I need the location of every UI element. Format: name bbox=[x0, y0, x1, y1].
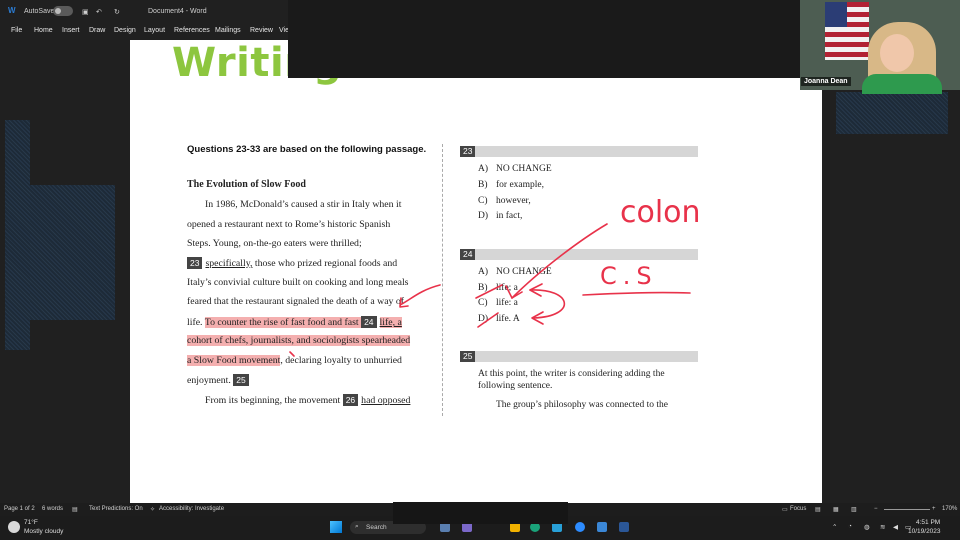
text-predictions[interactable]: Text Predictions: On bbox=[89, 506, 143, 512]
ink-strike-stroke bbox=[475, 284, 503, 299]
presenter-face bbox=[880, 34, 914, 72]
ink-stroke bbox=[399, 284, 441, 306]
accessibility-status[interactable]: Accessibility: Investigate bbox=[159, 506, 224, 512]
focus-mode[interactable]: Focus bbox=[790, 506, 806, 512]
proofing-icon[interactable]: ▤ bbox=[72, 506, 78, 513]
ink-arrow-stroke bbox=[511, 223, 608, 299]
flag-image bbox=[825, 2, 869, 60]
weather-desc[interactable]: Mostly cloudy bbox=[24, 528, 63, 535]
app-icon[interactable] bbox=[597, 522, 607, 532]
tray-icon[interactable]: ◔ bbox=[848, 523, 852, 530]
ink-underline-stroke bbox=[582, 291, 691, 296]
web-layout-icon[interactable]: ▥ bbox=[851, 506, 857, 513]
print-layout-icon[interactable]: ▦ bbox=[833, 506, 839, 513]
zoom-in-icon[interactable]: + bbox=[932, 506, 936, 512]
tray-icon[interactable]: ◍ bbox=[864, 523, 870, 531]
zoom-slider[interactable] bbox=[884, 509, 930, 510]
word-count[interactable]: 6 words bbox=[42, 506, 63, 512]
ink-curved-arrow bbox=[529, 289, 566, 319]
search-icon: ⌕ bbox=[355, 523, 359, 530]
focus-icon[interactable]: ▭ bbox=[782, 506, 788, 513]
clock-time[interactable]: 4:51 PM bbox=[916, 519, 940, 526]
accessibility-icon: ✧ bbox=[150, 507, 156, 513]
zoom-app-icon[interactable] bbox=[575, 522, 585, 532]
word-icon[interactable] bbox=[619, 522, 629, 532]
chevron-up-icon[interactable]: ⌃ bbox=[832, 523, 837, 531]
zoom-level[interactable]: 170% bbox=[942, 506, 957, 512]
ink-text-cs: C.S bbox=[600, 262, 658, 290]
ink-strike-stroke bbox=[477, 312, 499, 328]
weather-icon[interactable] bbox=[8, 521, 20, 533]
search-label: Search bbox=[366, 524, 387, 531]
occlusion-box bbox=[393, 502, 568, 524]
page-count[interactable]: Page 1 of 2 bbox=[4, 506, 35, 512]
wifi-icon[interactable]: ≋ bbox=[880, 523, 885, 531]
zoom-out-icon[interactable]: − bbox=[874, 506, 878, 512]
volume-icon[interactable]: ◀ bbox=[893, 523, 898, 531]
presenter-name: Joanna Dean bbox=[801, 77, 851, 86]
ink-text-colon: colon bbox=[620, 195, 701, 230]
ink-tick bbox=[289, 351, 295, 357]
presenter-shirt bbox=[862, 74, 942, 94]
read-mode-icon[interactable]: ▤ bbox=[815, 506, 821, 513]
ink-arrow-head bbox=[505, 285, 523, 299]
clock-date[interactable]: 10/19/2023 bbox=[908, 528, 941, 535]
weather-temp[interactable]: 71°F bbox=[24, 519, 38, 526]
start-icon[interactable] bbox=[330, 521, 342, 533]
